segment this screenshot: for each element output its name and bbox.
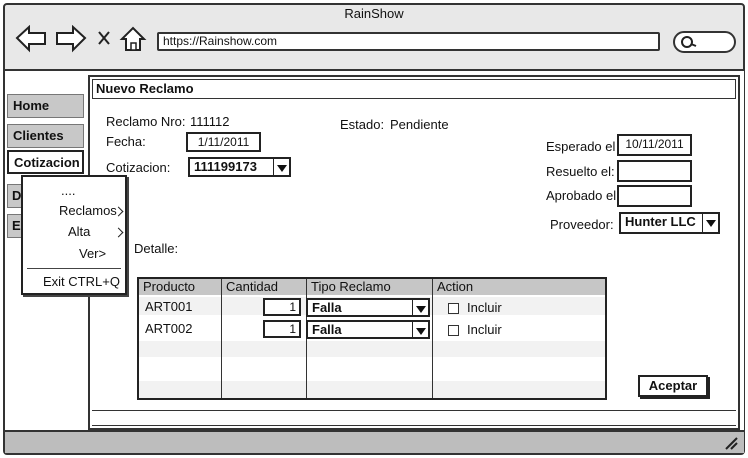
window-title: RainShow: [344, 6, 404, 21]
chevron-down-icon[interactable]: [412, 322, 428, 337]
incluir-label: Incluir: [467, 300, 502, 315]
cell-producto: ART001: [145, 299, 193, 314]
incluir-label: Incluir: [467, 322, 502, 337]
aceptar-button[interactable]: Aceptar: [638, 375, 708, 397]
status-bar: [5, 432, 744, 453]
cotizacion-select[interactable]: 111199173: [188, 157, 291, 177]
col-header-tipo: Tipo Reclamo: [307, 279, 432, 295]
tipo-reclamo-select[interactable]: Falla: [306, 298, 430, 317]
menu-item-alta[interactable]: Alta: [68, 224, 90, 239]
chevron-down-icon[interactable]: [273, 159, 289, 175]
estado-value: Pendiente: [390, 117, 449, 132]
context-menu: .... Reclamos Alta Ver> Exit CTRL+Q: [21, 175, 127, 295]
menu-item-ellipsis[interactable]: ....: [61, 183, 75, 198]
fecha-field[interactable]: 1/11/2011: [186, 132, 261, 152]
esperado-label: Esperado el: [546, 139, 616, 154]
proveedor-value: Hunter LLC: [625, 214, 696, 229]
sidebar-item-home[interactable]: Home: [7, 94, 84, 118]
chevron-right-icon: [113, 227, 124, 238]
table-row-empty: [139, 341, 605, 357]
home-icon[interactable]: [119, 26, 147, 51]
menu-item-exit[interactable]: Exit CTRL+Q: [43, 274, 120, 289]
resize-grip-icon[interactable]: [724, 436, 738, 450]
chevron-down-icon[interactable]: [702, 214, 718, 232]
cantidad-input[interactable]: 1: [263, 298, 301, 316]
tipo-reclamo-value: Falla: [312, 322, 342, 337]
cell-producto: ART002: [145, 321, 193, 336]
cotizacion-value: 111199173: [194, 159, 257, 174]
resuelto-label: Resuelto el:: [546, 164, 615, 179]
aprobado-label: Aprobado el:: [546, 188, 620, 203]
nav-buttons: [15, 25, 147, 53]
column-divider: [432, 279, 433, 398]
search-box[interactable]: [673, 31, 736, 53]
incluir-checkbox[interactable]: [448, 325, 459, 336]
menu-item-reclamos[interactable]: Reclamos: [59, 203, 117, 218]
search-icon: [681, 36, 697, 48]
address-bar[interactable]: https://Rainshow.com: [157, 32, 660, 51]
close-icon[interactable]: [98, 31, 110, 45]
incluir-checkbox[interactable]: [448, 303, 459, 314]
cantidad-input[interactable]: 1: [263, 320, 301, 338]
col-header-cantidad: Cantidad: [222, 279, 306, 295]
menu-divider: [27, 268, 121, 269]
cotizacion-label: Cotizacion:: [106, 160, 171, 175]
aprobado-field[interactable]: [617, 185, 692, 207]
sidebar-item-clientes[interactable]: Clientes: [7, 124, 84, 148]
detalle-label: Detalle:: [134, 241, 179, 256]
col-header-action: Action: [433, 279, 605, 295]
column-divider: [221, 279, 222, 398]
panel-title: Nuevo Reclamo: [92, 79, 736, 99]
esperado-field[interactable]: 10/11/2011: [617, 134, 692, 156]
menu-item-ver[interactable]: Ver>: [79, 246, 106, 261]
forward-arrow-icon[interactable]: [56, 25, 87, 53]
table-row-empty: [139, 381, 605, 398]
proveedor-label: Proveedor:: [550, 217, 614, 232]
fecha-label: Fecha:: [106, 134, 146, 149]
proveedor-select[interactable]: Hunter LLC: [619, 212, 720, 234]
reclamo-nro-label: Reclamo Nro:: [106, 114, 186, 129]
sidebar-item-cotizacion[interactable]: Cotizacion: [7, 150, 84, 174]
resuelto-field[interactable]: [617, 160, 692, 182]
col-header-producto: Producto: [139, 279, 221, 295]
chevron-down-icon[interactable]: [412, 300, 428, 315]
back-arrow-icon[interactable]: [15, 25, 46, 53]
estado-label: Estado:: [340, 117, 385, 132]
panel-footer: [92, 410, 736, 426]
tipo-reclamo-select[interactable]: Falla: [306, 320, 430, 339]
table-row-empty: [139, 357, 605, 381]
reclamo-nro-value: 111112: [190, 114, 230, 129]
tipo-reclamo-value: Falla: [312, 300, 342, 315]
